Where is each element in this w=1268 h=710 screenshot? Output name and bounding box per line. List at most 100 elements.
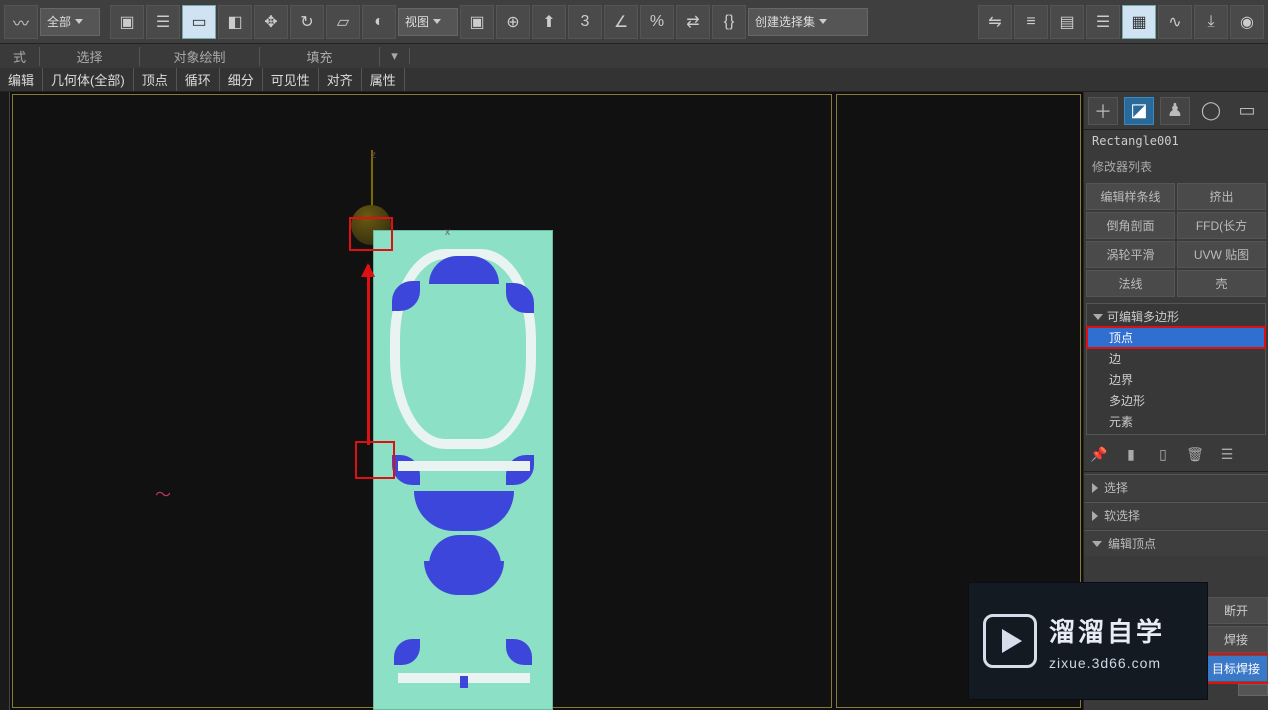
modbtn-uvwmap[interactable]: UVW 贴图 <box>1177 241 1266 268</box>
caret-down-icon <box>819 19 827 24</box>
target-weld-button[interactable]: 目标焊接 <box>1204 655 1268 682</box>
panel-scroll-nub[interactable] <box>1238 684 1268 696</box>
tab-visibility[interactable]: 可见性 <box>263 68 319 91</box>
create-tab-icon[interactable]: ＋ <box>1088 97 1118 125</box>
spinner-snap-icon[interactable]: ⇄ <box>676 5 710 39</box>
tab-subdiv[interactable]: 细分 <box>220 68 263 91</box>
object-name-field[interactable]: Rectangle001 <box>1084 130 1268 152</box>
play-triangle-icon <box>1002 629 1022 653</box>
remove-modifier-icon[interactable]: 🗑 <box>1184 443 1206 465</box>
select-name-icon[interactable]: ☰ <box>146 5 180 39</box>
stack-item-polygon[interactable]: 多边形 <box>1087 390 1265 411</box>
select-rect-icon[interactable]: ▭ <box>182 5 216 39</box>
scale-icon[interactable]: ▱ <box>326 5 360 39</box>
modify-tab-icon[interactable]: ◪ <box>1124 97 1154 125</box>
schematic-icon[interactable]: ⤓ <box>1194 5 1228 39</box>
weld-button[interactable]: 焊接 <box>1204 626 1268 653</box>
rollout-editvertex-label: 编辑顶点 <box>1108 535 1156 552</box>
select-object-icon[interactable]: ▣ <box>110 5 144 39</box>
modbtn-normal[interactable]: 法线 <box>1086 270 1175 297</box>
manipulate-icon[interactable]: ⊕ <box>496 5 530 39</box>
ribbon-header-row: 式 选择 对象绘制 填充 ▾ <box>0 44 1268 68</box>
ribbon-toggle-icon[interactable]: ▦ <box>1122 5 1156 39</box>
pin-stack-icon[interactable]: 📌 <box>1088 443 1110 465</box>
hierarchy-tab-icon[interactable]: ♟ <box>1160 97 1190 125</box>
move-icon[interactable]: ✥ <box>254 5 288 39</box>
annotation-redbox-top <box>349 217 393 251</box>
break-button[interactable]: 断开 <box>1204 597 1268 624</box>
mirror-icon[interactable]: ⇋ <box>978 5 1012 39</box>
tab-vertex[interactable]: 顶点 <box>134 68 177 91</box>
tab-props[interactable]: 属性 <box>362 68 405 91</box>
configure-sets-icon[interactable]: ☰ <box>1216 443 1238 465</box>
axis-x-label: x <box>445 227 450 238</box>
stack-item-vertex[interactable]: 顶点 <box>1087 327 1265 348</box>
rollout-selection-label: 选择 <box>1104 479 1128 496</box>
ornament-corner-bl2 <box>394 639 420 665</box>
rollout-selection[interactable]: 选择 <box>1084 474 1268 500</box>
annotation-redbox-bottom <box>355 441 395 479</box>
annotation-arrow-head <box>361 263 375 277</box>
watermark-text: 溜溜自学 zixue.3d66.com <box>1049 612 1165 671</box>
ribbon-group-select: 选择 <box>40 47 140 66</box>
keyboard-shortcut-icon[interactable]: ⬆ <box>532 5 566 39</box>
watermark-cn-text: 溜溜自学 <box>1049 612 1165 649</box>
angle-snap-icon[interactable]: ∠ <box>604 5 638 39</box>
ornament-corner-br2 <box>506 639 532 665</box>
stack-root[interactable]: 可编辑多边形 <box>1087 306 1265 327</box>
material-icon[interactable]: ◉ <box>1230 5 1264 39</box>
modifier-stack: 可编辑多边形 顶点 边 边界 多边形 元素 <box>1086 303 1266 435</box>
edit-named-sel-icon[interactable]: {} <box>712 5 746 39</box>
rollout-softselection-label: 软选择 <box>1104 507 1140 524</box>
vertex-edit-buttons: 断开 焊接 目标焊接 <box>1204 597 1268 696</box>
stack-item-edge[interactable]: 边 <box>1087 348 1265 369</box>
filter-dropdown[interactable]: 全部 <box>40 8 100 36</box>
viewport-left[interactable]: ～ z x <box>12 94 832 708</box>
modbtn-extrude[interactable]: 挤出 <box>1177 183 1266 210</box>
rollout-softselection[interactable]: 软选择 <box>1084 502 1268 528</box>
left-strip <box>0 92 10 710</box>
tree-expand-icon <box>1093 314 1103 320</box>
modbtn-ffdbox[interactable]: FFD(长方 <box>1177 212 1266 239</box>
modbtn-bevelprofile[interactable]: 倒角剖面 <box>1086 212 1175 239</box>
tab-loop[interactable]: 循环 <box>177 68 220 91</box>
named-selset-dropdown[interactable]: 创建选择集 <box>748 8 868 36</box>
stack-item-element[interactable]: 元素 <box>1087 411 1265 432</box>
stack-item-border[interactable]: 边界 <box>1087 369 1265 390</box>
motion-tab-icon[interactable]: ◯ <box>1196 97 1226 125</box>
modbtn-shell[interactable]: 壳 <box>1177 270 1266 297</box>
placement-icon[interactable]: ◐ <box>362 5 396 39</box>
ornament-swash-3 <box>424 561 504 595</box>
modbtn-turbosmooth[interactable]: 涡轮平滑 <box>1086 241 1175 268</box>
window-crossing-icon[interactable]: ◧ <box>218 5 252 39</box>
brush-icon[interactable]: 〰 <box>4 5 38 39</box>
tab-edit[interactable]: 编辑 <box>0 68 43 91</box>
explorer-icon[interactable]: ☰ <box>1086 5 1120 39</box>
tab-geometry-all[interactable]: 几何体(全部) <box>43 68 134 91</box>
display-tab-icon[interactable]: ▭ <box>1232 97 1262 125</box>
ribbon-group-dropdown[interactable]: ▾ <box>380 48 410 64</box>
show-end-result-icon[interactable]: ▮ <box>1120 443 1142 465</box>
layer-icon[interactable]: ▤ <box>1050 5 1084 39</box>
squiggle-marker: ～ <box>155 481 171 505</box>
caret-down-icon <box>433 19 441 24</box>
rotate-icon[interactable]: ↻ <box>290 5 324 39</box>
axis-z-label: z <box>371 150 376 161</box>
align-icon[interactable]: ≡ <box>1014 5 1048 39</box>
ribbon-group-fill: 填充 <box>260 47 380 66</box>
modbtn-editspline[interactable]: 编辑样条线 <box>1086 183 1175 210</box>
tab-align[interactable]: 对齐 <box>319 68 362 91</box>
curve-editor-icon[interactable]: ∿ <box>1158 5 1192 39</box>
make-unique-icon[interactable]: ▯ <box>1152 443 1174 465</box>
rollout-editvertex[interactable]: 编辑顶点 <box>1084 530 1268 556</box>
pivot-icon[interactable]: ▣ <box>460 5 494 39</box>
modifier-list-label[interactable]: 修改器列表 <box>1084 152 1268 181</box>
percent-snap-icon[interactable]: % <box>640 5 674 39</box>
caret-down-icon <box>75 19 83 24</box>
ref-coord-dropdown[interactable]: 视图 <box>398 8 458 36</box>
model-rectangle[interactable] <box>373 230 553 710</box>
modifier-quick-buttons: 编辑样条线 挤出 倒角剖面 FFD(长方 涡轮平滑 UVW 贴图 法线 壳 <box>1084 181 1268 299</box>
watermark-overlay: 溜溜自学 zixue.3d66.com <box>968 582 1208 700</box>
rollout-caret-icon <box>1092 483 1098 493</box>
snap-toggle-icon[interactable]: 3 <box>568 5 602 39</box>
